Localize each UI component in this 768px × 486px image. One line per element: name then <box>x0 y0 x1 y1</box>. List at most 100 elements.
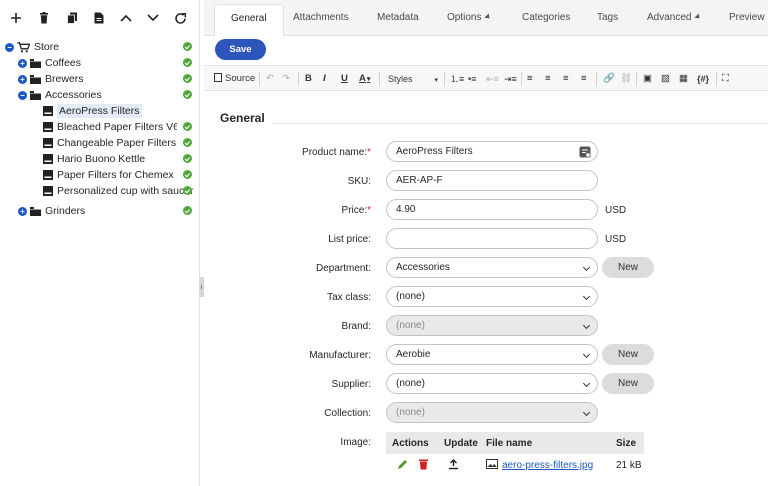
text-color-button[interactable]: A▾ <box>359 73 370 86</box>
bold-button[interactable]: B <box>305 73 312 85</box>
table-icon[interactable]: ▦ <box>679 73 688 85</box>
brand-value: (none) <box>396 320 425 331</box>
tree-node-personalized-cup[interactable]: Personalized cup with saucer <box>43 183 200 199</box>
tree-node-accessories[interactable]: − Accessories <box>18 87 200 103</box>
image-icon[interactable]: ▨ <box>661 73 670 85</box>
new-department-button[interactable]: New <box>602 257 654 278</box>
folder-icon <box>30 206 41 216</box>
delete-icon[interactable] <box>36 10 52 26</box>
save-button[interactable]: Save <box>215 39 266 60</box>
tax-class-value: (none) <box>396 291 425 302</box>
media-icon[interactable]: ▣ <box>643 73 652 85</box>
tree-node-bleached-paper-filters[interactable]: Bleached Paper Filters V60-01 <box>43 119 200 135</box>
expand-icon[interactable]: + <box>18 206 27 216</box>
tree-node-brewers[interactable]: + Brewers <box>18 71 200 87</box>
tree-node-hario-buono-kettle[interactable]: Hario Buono Kettle <box>43 151 200 167</box>
published-check-icon <box>183 206 192 215</box>
collapse-icon[interactable]: − <box>18 90 27 100</box>
tab-advanced[interactable]: Advanced <box>647 12 703 23</box>
folder-icon <box>30 58 41 68</box>
image-file-link[interactable]: aero-press-filters.jpg <box>502 460 593 471</box>
macro-icon[interactable]: {#} <box>697 73 709 85</box>
toolbar-separator <box>444 72 445 86</box>
supplier-value: (none) <box>396 378 425 389</box>
image-file-size: 21 kB <box>616 460 642 471</box>
move-up-icon[interactable] <box>118 10 134 26</box>
column-header-size: Size <box>616 438 637 449</box>
sku-input[interactable]: AER-AP-F <box>386 170 598 191</box>
section-title: General <box>220 111 265 125</box>
tab-tags[interactable]: Tags <box>597 12 618 23</box>
styles-dropdown[interactable]: Styles ▾ <box>388 73 438 87</box>
bulleted-list-icon[interactable]: •≡ <box>468 73 476 85</box>
source-button[interactable]: Source <box>214 73 255 85</box>
manufacturer-select[interactable]: Aerobie <box>386 344 598 365</box>
section-divider <box>272 123 768 124</box>
numbered-list-icon[interactable]: ⒈≡ <box>450 73 464 85</box>
align-left-icon[interactable]: ≡ <box>527 73 533 85</box>
published-check-icon <box>183 138 192 147</box>
delete-icon[interactable] <box>419 459 428 470</box>
add-icon[interactable] <box>8 10 24 26</box>
supplier-select[interactable]: (none) <box>386 373 598 394</box>
tree-node-store[interactable]: − Store <box>5 39 200 55</box>
unlink-icon[interactable]: ⛓ <box>620 73 632 85</box>
product-icon <box>43 122 53 132</box>
move-down-icon[interactable] <box>145 10 161 26</box>
upload-icon[interactable] <box>448 459 459 470</box>
expand-icon[interactable]: + <box>18 74 27 84</box>
maximize-icon[interactable]: ⛶ <box>722 73 729 85</box>
undo-icon[interactable]: ↶ <box>266 73 274 85</box>
outdent-icon[interactable]: ⇤≡ <box>486 73 499 85</box>
link-icon[interactable]: 🔗 <box>603 73 615 85</box>
tree-node-label: Brewers <box>45 73 84 85</box>
collapse-icon[interactable]: − <box>5 42 14 52</box>
italic-button[interactable]: I <box>323 73 326 85</box>
tree-toolbar <box>0 0 200 36</box>
folder-icon <box>30 74 41 84</box>
tab-attachments[interactable]: Attachments <box>293 12 349 23</box>
collection-select[interactable]: (none) <box>386 402 598 423</box>
expand-icon[interactable]: + <box>18 58 27 68</box>
tab-metadata[interactable]: Metadata <box>377 12 419 23</box>
align-center-icon[interactable]: ≡ <box>545 73 551 85</box>
tree-node-changeable-paper-filters[interactable]: Changeable Paper Filters for V <box>43 135 200 151</box>
tree-node-label: AeroPress Filters <box>57 104 142 118</box>
align-right-icon[interactable]: ≡ <box>563 73 569 85</box>
tree-node-paper-filters-chemex[interactable]: Paper Filters for Chemex <box>43 167 200 183</box>
translate-icon[interactable] <box>579 146 591 158</box>
cart-icon <box>17 41 30 52</box>
price-input[interactable]: 4.90 <box>386 199 598 220</box>
justify-icon[interactable]: ≡ <box>581 73 587 85</box>
list-price-input[interactable] <box>386 228 598 249</box>
tree-node-aeropress-filters[interactable]: AeroPress Filters <box>43 103 200 119</box>
toolbar-separator <box>636 72 637 86</box>
indent-icon[interactable]: ⇥≡ <box>504 73 517 85</box>
document-icon[interactable] <box>91 10 107 26</box>
product-name-label-text: Product name: <box>302 147 368 158</box>
product-name-input[interactable]: AeroPress Filters <box>386 141 598 162</box>
toolbar-separator <box>379 72 380 86</box>
new-manufacturer-button[interactable]: New <box>602 344 654 365</box>
brand-select[interactable]: (none) <box>386 315 598 336</box>
copy-icon[interactable] <box>64 10 80 26</box>
tab-categories[interactable]: Categories <box>522 12 570 23</box>
tab-general[interactable]: General <box>214 4 284 36</box>
published-check-icon <box>183 170 192 179</box>
edit-icon[interactable] <box>397 459 408 470</box>
tree-node-coffees[interactable]: + Coffees <box>18 55 200 71</box>
redo-icon[interactable]: ↷ <box>282 73 290 85</box>
tab-options[interactable]: Options <box>447 12 493 23</box>
tax-class-select[interactable]: (none) <box>386 286 598 307</box>
underline-button[interactable]: U <box>341 73 348 85</box>
column-header-update: Update <box>444 438 478 449</box>
refresh-icon[interactable] <box>172 10 188 26</box>
tree-node-grinders[interactable]: + Grinders <box>18 203 200 219</box>
department-select[interactable]: Accessories <box>386 257 598 278</box>
tab-preview[interactable]: Preview <box>729 12 765 23</box>
new-supplier-button[interactable]: New <box>602 373 654 394</box>
folder-icon <box>30 90 41 100</box>
dropdown-arrow-icon: ▾ <box>366 76 371 83</box>
published-check-icon <box>183 186 192 195</box>
supplier-label: Supplier: <box>331 379 371 390</box>
